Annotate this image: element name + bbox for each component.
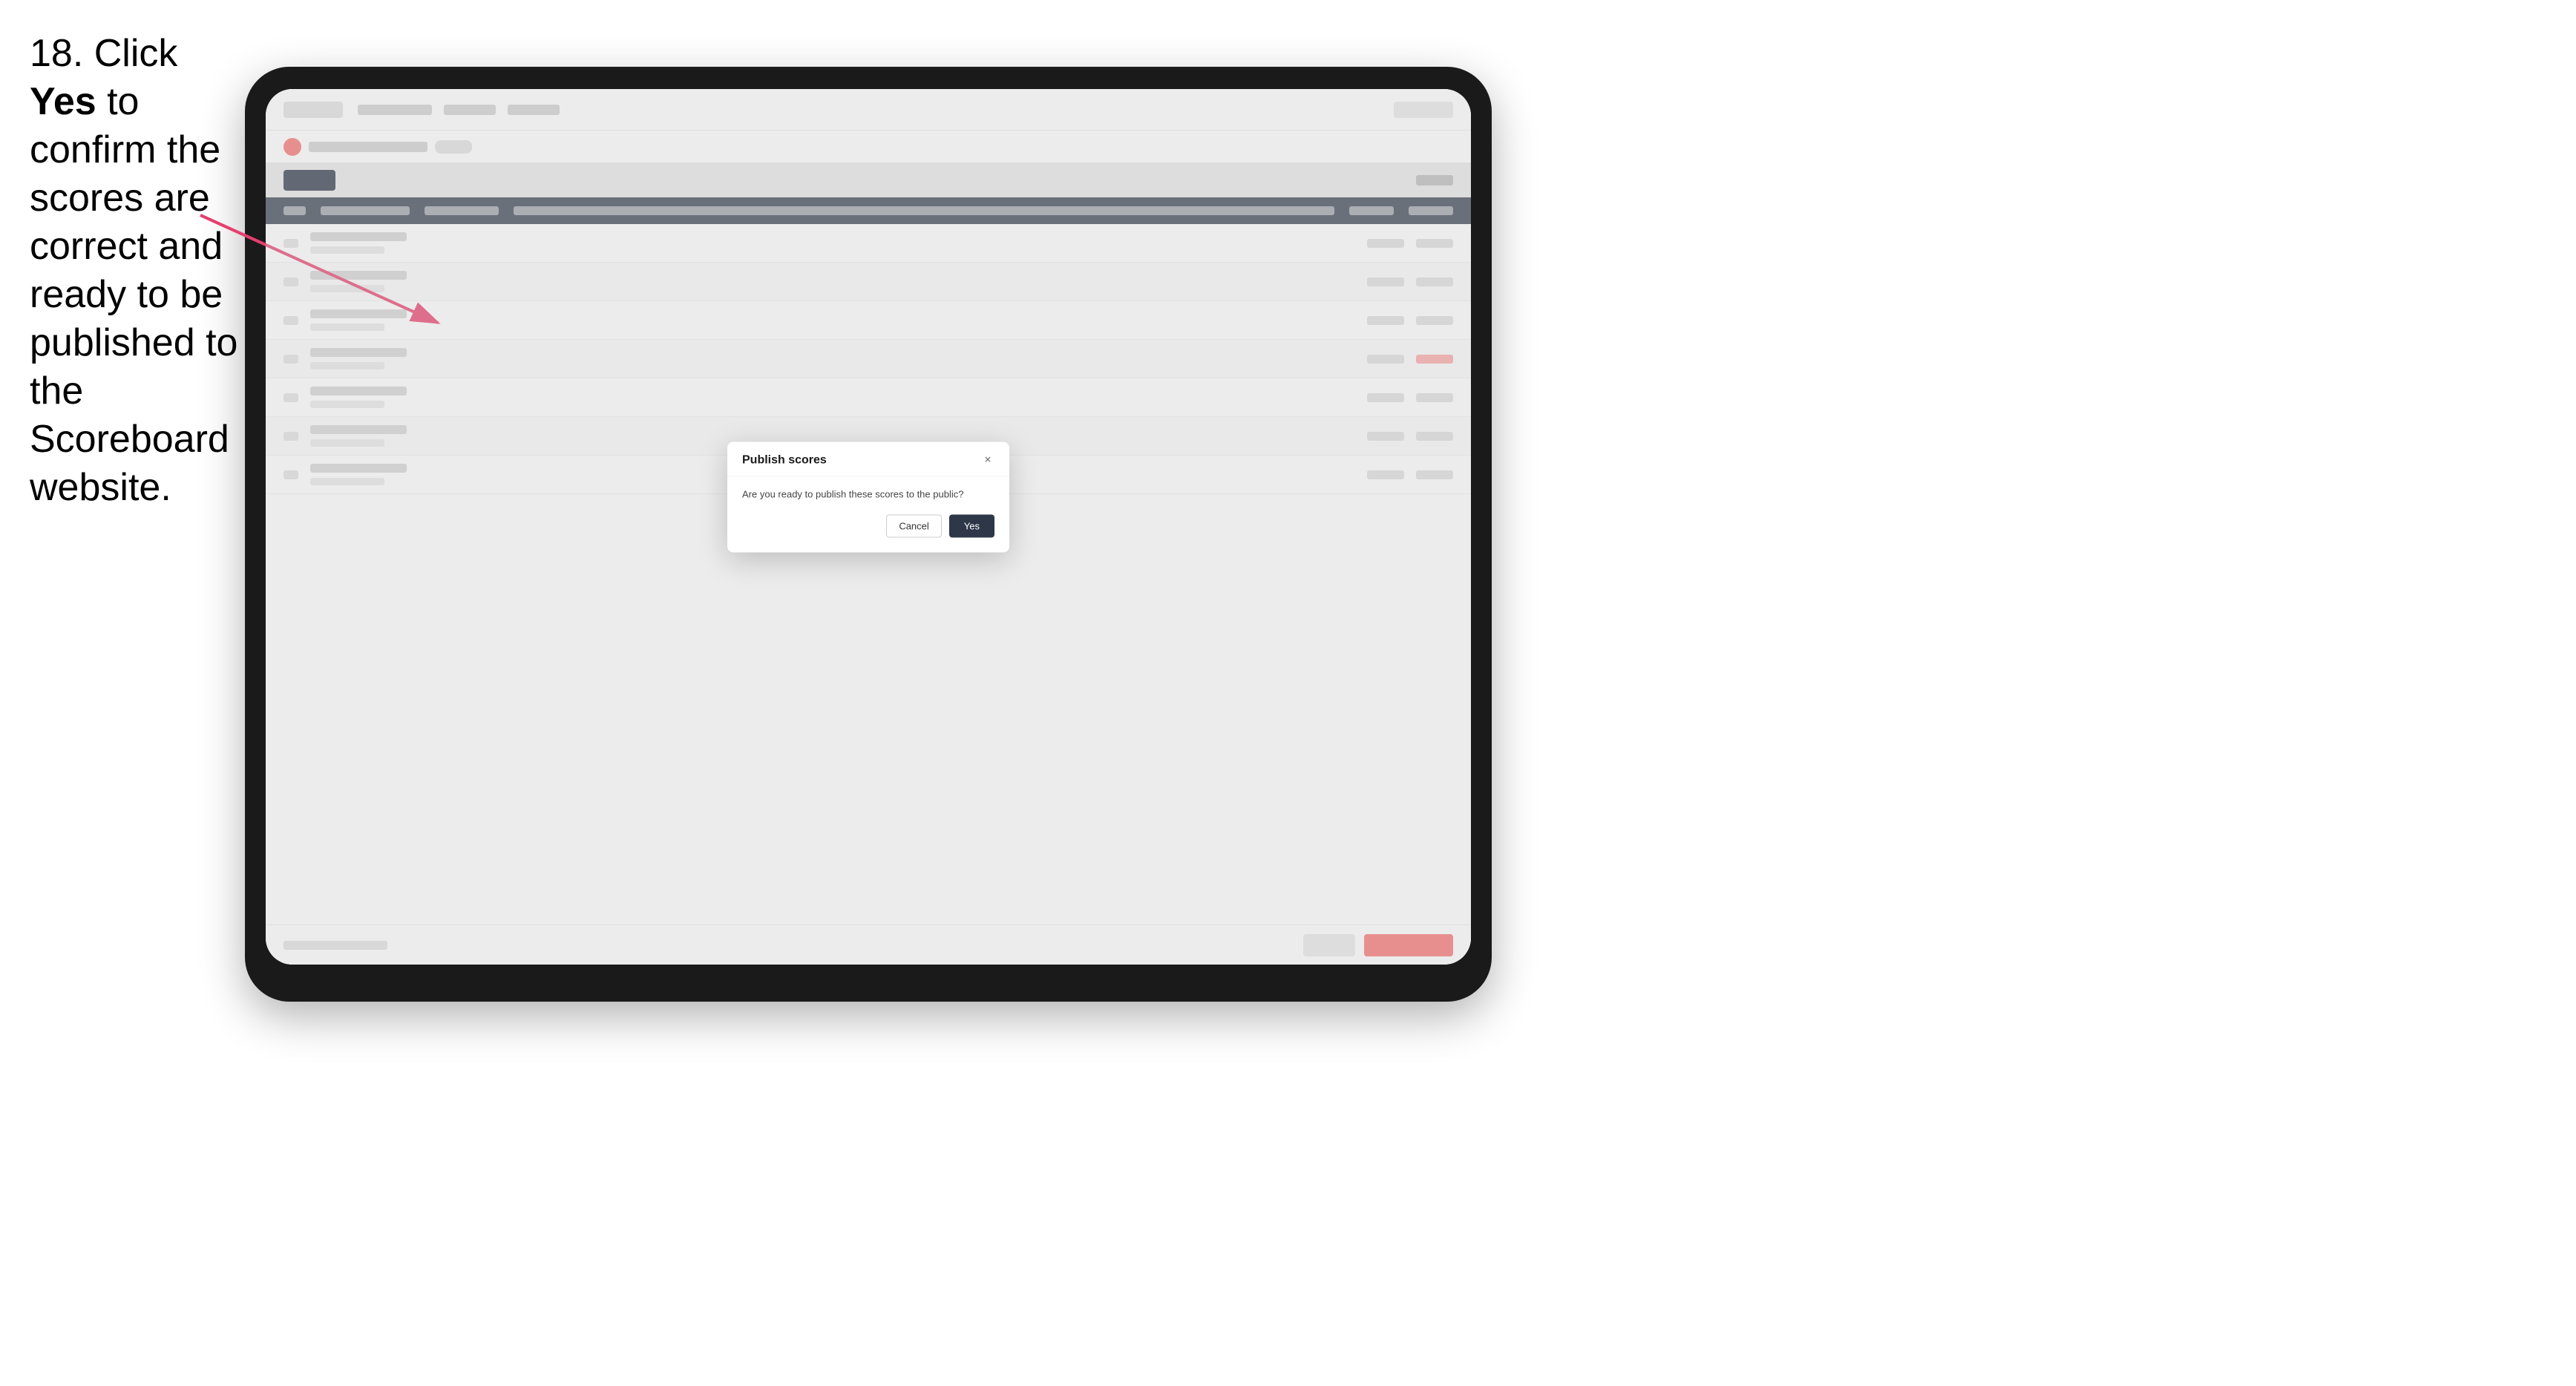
step-number: 18. — [30, 32, 83, 75]
app-content: Publish scores × Are you ready to publis… — [266, 89, 1471, 965]
modal-actions: Cancel Yes — [742, 515, 994, 538]
instruction-text-before-bold: Click — [83, 32, 177, 75]
instruction-text: 18. Click Yes to confirm the scores are … — [30, 30, 252, 512]
instruction-text-after: to confirm the scores are correct and re… — [30, 80, 237, 509]
modal-yes-button[interactable]: Yes — [949, 515, 994, 538]
modal-cancel-button[interactable]: Cancel — [886, 515, 941, 538]
modal-header: Publish scores × — [727, 442, 1009, 477]
publish-scores-modal: Publish scores × Are you ready to publis… — [727, 442, 1009, 553]
bold-yes: Yes — [30, 80, 96, 123]
modal-close-button[interactable]: × — [981, 454, 994, 467]
modal-message: Are you ready to publish these scores to… — [742, 489, 994, 500]
modal-body: Are you ready to publish these scores to… — [727, 477, 1009, 553]
tablet-screen: Publish scores × Are you ready to publis… — [266, 89, 1471, 965]
tablet-device: Publish scores × Are you ready to publis… — [245, 67, 1492, 1002]
modal-title: Publish scores — [742, 454, 827, 467]
